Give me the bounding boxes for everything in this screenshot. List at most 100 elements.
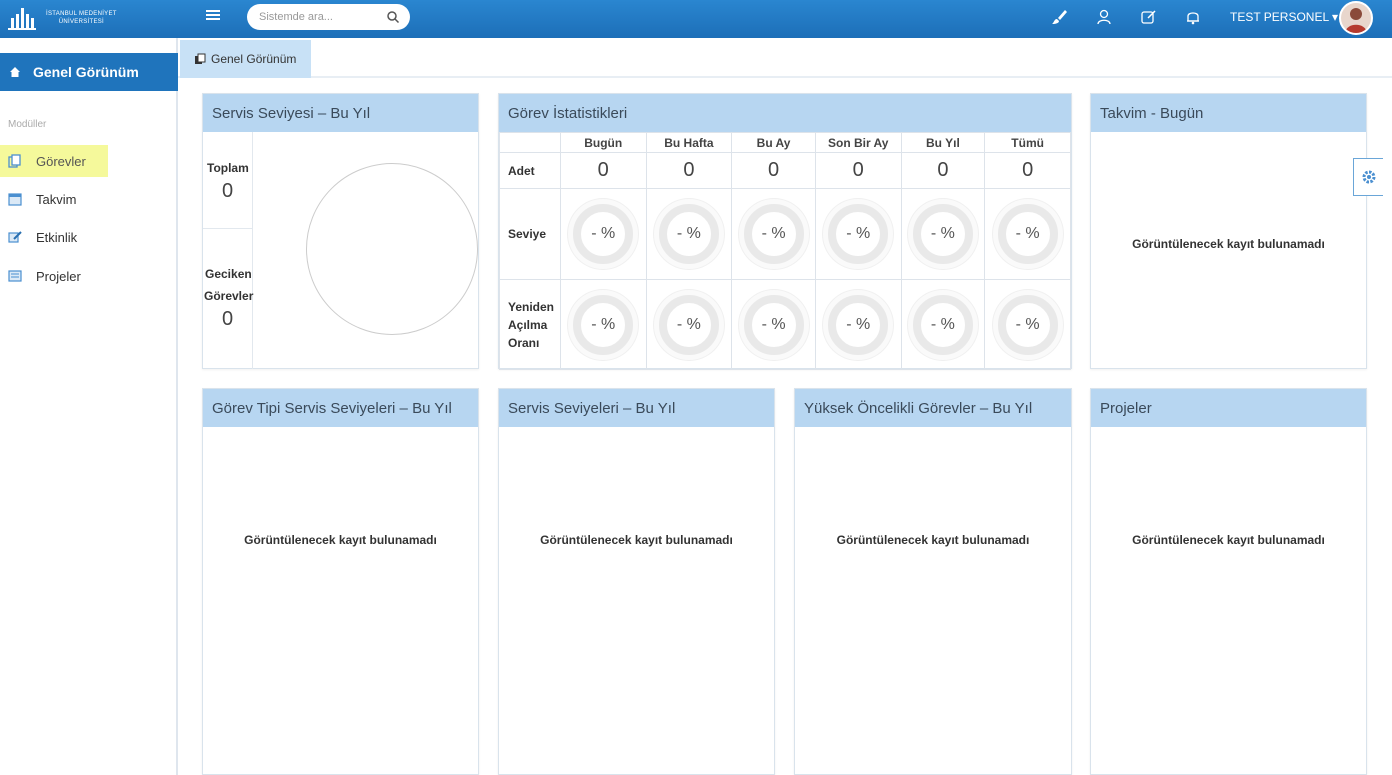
sidebar-item-label: Projeler (36, 268, 81, 284)
reopen-gauge: - % (743, 294, 804, 355)
column-header: Bugün (559, 132, 647, 153)
service-levels-panel: Servis Seviyeleri – Bu Yıl Görüntülenece… (498, 388, 775, 775)
gauge-cell: - % (984, 188, 1071, 280)
reopen-gauge: - % (997, 294, 1058, 355)
count-cell: 0 (814, 152, 902, 189)
copy-icon (195, 53, 206, 64)
level-gauge: - % (573, 204, 634, 264)
count-cell: 0 (900, 152, 986, 189)
sidebar-item-tasks[interactable]: Görevler (0, 144, 178, 178)
level-gauge: - % (912, 204, 973, 264)
panel-title: Takvim - Bugün (1091, 94, 1366, 132)
projects-panel: Projeler Görüntülenecek kayıt bulunamadı (1090, 388, 1367, 775)
logo-text: İSTANBUL MEDENİYET ÜNİVERSİTESİ (46, 11, 117, 25)
gauge-cell: - % (814, 279, 902, 370)
table-row: Yeniden Açılma Oranı - % - % - % - % - %… (499, 279, 1071, 370)
search-box (247, 4, 410, 30)
edit-icon[interactable] (1140, 8, 1158, 26)
reopen-gauge: - % (573, 294, 634, 355)
calendar-icon (8, 193, 22, 206)
top-bar: İSTANBUL MEDENİYET ÜNİVERSİTESİ TEST PER… (0, 0, 1392, 38)
gauge-cell: - % (814, 188, 902, 280)
university-logo[interactable]: İSTANBUL MEDENİYET ÜNİVERSİTESİ (8, 6, 117, 30)
calendar-today-panel: Takvim - Bugün Görüntülenecek kayıt bulu… (1090, 93, 1367, 369)
tab-general-overview[interactable]: Genel Görünüm (180, 40, 311, 78)
brush-icon[interactable] (1050, 8, 1068, 26)
logo-mark-icon (8, 6, 42, 30)
header-empty-cell (499, 132, 561, 153)
reopen-gauge: - % (912, 294, 973, 355)
service-level-summary: Toplam 0 Geciken Görevler 0 (203, 132, 253, 369)
tab-label: Genel Görünüm (211, 52, 297, 66)
level-gauge: - % (828, 204, 889, 264)
list-icon (8, 270, 22, 282)
breadcrumb: Genel Görünüm (178, 38, 1392, 78)
user-icon[interactable] (1095, 8, 1113, 26)
search-icon[interactable] (386, 10, 400, 24)
task-type-service-level-panel: Görev Tipi Servis Seviyeleri – Bu Yıl Gö… (202, 388, 479, 775)
gauge-cell: - % (984, 279, 1071, 370)
gauge-cell: - % (900, 279, 986, 370)
service-level-panel: Servis Seviyesi – Bu Yıl Toplam 0 Gecike… (202, 93, 479, 369)
sidebar-item-general-overview[interactable]: Genel Görünüm (0, 53, 178, 91)
level-gauge: - % (658, 204, 719, 264)
row-label: Yeniden Açılma Oranı (499, 279, 561, 370)
count-cell: 0 (559, 152, 647, 189)
home-icon (10, 67, 20, 77)
late-label-1: Geciken (205, 267, 252, 281)
late-value: 0 (222, 308, 234, 330)
gauge-cell: - % (559, 188, 647, 280)
empty-message: Görüntülenecek kayıt bulunamadı (1132, 533, 1325, 547)
sidebar-item-calendar[interactable]: Takvim (0, 182, 178, 216)
empty-message: Görüntülenecek kayıt bulunamadı (244, 533, 437, 547)
column-header: Bu Yıl (900, 132, 986, 153)
sidebar-section-title: Modüller (8, 119, 47, 130)
row-label: Seviye (499, 188, 561, 280)
bell-icon[interactable] (1184, 8, 1202, 26)
panel-title: Görev Tipi Servis Seviyeleri – Bu Yıl (203, 389, 478, 427)
panel-title: Servis Seviyeleri – Bu Yıl (499, 389, 774, 427)
panel-title: Yüksek Öncelikli Görevler – Bu Yıl (795, 389, 1071, 427)
sidebar-item-projects[interactable]: Projeler (0, 259, 178, 293)
empty-message: Görüntülenecek kayıt bulunamadı (836, 533, 1030, 547)
column-header: Tümü (984, 132, 1071, 153)
count-cell: 0 (645, 152, 733, 189)
reopen-gauge: - % (828, 294, 889, 355)
search-input[interactable] (259, 9, 379, 25)
panel-title: Görev İstatistikleri (499, 94, 1071, 132)
gauge-cell: - % (731, 188, 816, 280)
avatar[interactable] (1339, 1, 1373, 35)
high-priority-tasks-panel: Yüksek Öncelikli Görevler – Bu Yıl Görün… (794, 388, 1072, 775)
row-label: Adet (499, 152, 561, 189)
task-statistics-table: Bugün Bu Hafta Bu Ay Son Bir Ay Bu Yıl T… (499, 132, 1071, 370)
total-value: 0 (222, 180, 234, 202)
reopen-gauge: - % (658, 294, 719, 355)
empty-message: Görüntülenecek kayıt bulunamadı (1132, 237, 1325, 251)
table-row: Seviye - % - % - % - % - % - % (499, 188, 1071, 280)
count-cell: 0 (731, 152, 816, 189)
copy-icon (8, 154, 21, 168)
sidebar-active-label: Genel Görünüm (33, 64, 139, 80)
count-cell: 0 (984, 152, 1071, 189)
gear-icon (1362, 170, 1375, 184)
table-row: Adet 0 0 0 0 0 0 (499, 152, 1071, 189)
gauge-cell: - % (645, 279, 733, 370)
empty-message: Görüntülenecek kayıt bulunamadı (540, 533, 733, 547)
task-statistics-panel: Görev İstatistikleri Bugün Bu Hafta Bu A… (498, 93, 1072, 370)
panel-title: Servis Seviyesi – Bu Yıl (203, 94, 478, 132)
service-level-ring (306, 163, 478, 335)
settings-toggle[interactable] (1353, 158, 1383, 196)
sidebar-item-label: Görevler (36, 153, 86, 169)
user-menu[interactable]: TEST PERSONEL ▾ (1230, 10, 1338, 24)
gauge-cell: - % (645, 188, 733, 280)
late-label-2: Görevler (204, 289, 254, 303)
panel-title: Projeler (1091, 389, 1366, 427)
column-header: Bu Ay (731, 132, 816, 153)
avatar-image-icon (1341, 3, 1371, 33)
level-gauge: - % (997, 204, 1058, 264)
level-gauge: - % (743, 204, 804, 264)
menu-toggle-icon[interactable] (206, 10, 220, 24)
table-header-row: Bugün Bu Hafta Bu Ay Son Bir Ay Bu Yıl T… (499, 132, 1071, 153)
sidebar-item-activity[interactable]: Etkinlik (0, 220, 178, 254)
gauge-cell: - % (900, 188, 986, 280)
